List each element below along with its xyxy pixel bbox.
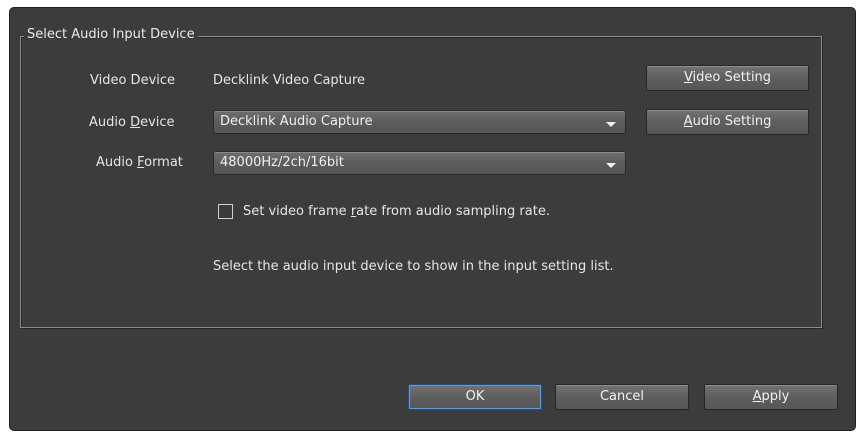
audio-setting-button[interactable]: Audio Setting bbox=[646, 109, 809, 135]
audio-device-dropdown[interactable]: Decklink Audio Capture bbox=[213, 110, 626, 134]
video-device-value: Decklink Video Capture bbox=[213, 73, 366, 88]
dropdown-arrow-icon bbox=[606, 163, 616, 168]
apply-button[interactable]: Apply bbox=[704, 384, 838, 410]
audio-format-label: Audio Format bbox=[96, 155, 183, 170]
cancel-button[interactable]: Cancel bbox=[555, 384, 689, 410]
video-setting-button[interactable]: Video Setting bbox=[646, 65, 809, 91]
video-device-label: Video Device bbox=[90, 73, 176, 88]
ok-button[interactable]: OK bbox=[408, 384, 542, 410]
audio-device-label: Audio Device bbox=[89, 115, 175, 130]
dropdown-arrow-icon bbox=[606, 122, 616, 127]
frame-rate-checkbox[interactable] bbox=[218, 204, 233, 219]
audio-format-selected: 48000Hz/2ch/16bit bbox=[220, 155, 344, 170]
audio-format-dropdown[interactable]: 48000Hz/2ch/16bit bbox=[213, 151, 626, 175]
groupbox-title: Select Audio Input Device bbox=[24, 27, 198, 43]
frame-rate-checkbox-label[interactable]: Set video frame rate from audio sampling… bbox=[243, 203, 550, 221]
audio-device-selected: Decklink Audio Capture bbox=[220, 114, 373, 129]
hint-text: Select the audio input device to show in… bbox=[213, 259, 614, 274]
